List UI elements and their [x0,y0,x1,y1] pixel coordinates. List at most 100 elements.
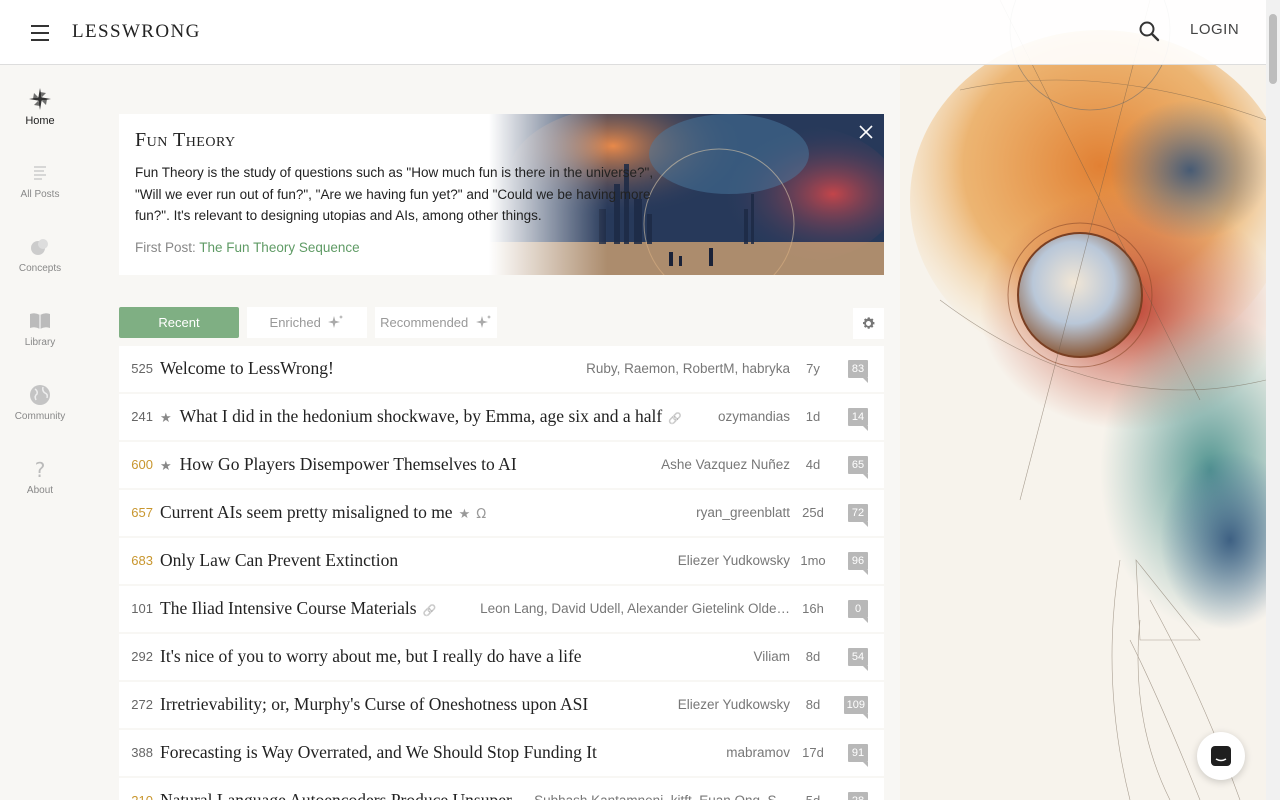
post-title[interactable]: Forecasting is Way Overrated, and We Sho… [160,730,597,774]
post-title-text: How Go Players Disempower Themselves to … [179,454,517,474]
comment-count-badge[interactable]: 96 [848,552,868,575]
post-title[interactable]: It's nice of you to worry about me, but … [160,634,582,678]
sidebar-item-label: All Posts [20,189,60,200]
post-karma: 683 [131,553,153,568]
post-author[interactable]: ozymandias [718,394,790,440]
tag-description: Fun Theory is the study of questions suc… [135,165,654,223]
post-title[interactable]: ★ What I did in the hedonium shockwave, b… [160,394,682,441]
gear-icon [863,317,875,329]
sidebar-item-label: About [26,485,54,496]
post-row[interactable]: 600 ★ How Go Players Disempower Themselves… [119,442,884,488]
post-karma: 388 [131,745,153,760]
post-age: 8d [805,649,821,664]
link-post-icon: 🔗 [668,412,682,425]
sidebar-item-concepts[interactable]: Concepts [0,235,80,274]
sidebar-item-label: Home [25,115,55,127]
sparkle-icon [328,315,344,328]
post-row[interactable]: 683 Only Law Can Prevent Extinction Elieze… [119,538,884,584]
sidebar-item-about[interactable]: ? About [0,457,80,496]
curated-star-icon: ★ [160,459,172,474]
post-title-text: The Iliad Intensive Course Materials [160,598,417,618]
sidebar-item-home[interactable]: Home [0,87,80,127]
post-karma: 292 [131,649,153,664]
site-logo[interactable]: LESSWRONG [72,21,201,43]
post-row[interactable]: 272 Irretrievability; or, Murphy's Curse … [119,682,884,728]
tab-recommended[interactable]: Recommended [375,307,497,338]
sidebar-item-library[interactable]: Library [0,309,80,348]
tab-enriched[interactable]: Enriched [247,307,367,338]
comment-count-badge[interactable]: 65 [848,456,868,479]
post-title[interactable]: Current AIs seem pretty misaligned to me… [160,490,486,537]
post-author[interactable]: Subhash Kantamneni, kitft, Euan Ong, S… [534,778,790,800]
post-age: 1d [805,409,821,424]
post-row[interactable]: 210 Natural Language Autoencoders Produce… [119,778,884,800]
close-icon[interactable] [856,122,876,142]
post-author[interactable]: Eliezer Yudkowsky [678,538,790,584]
scrollbar-thumb[interactable] [1269,14,1277,84]
comment-count-badge[interactable]: 28 [848,792,868,800]
comment-count-badge[interactable]: 91 [848,744,868,767]
post-author[interactable]: Eliezer Yudkowsky [678,682,790,728]
curated-star-icon: ★ [458,507,471,522]
post-karma: 525 [131,361,153,376]
background-artwork [900,0,1266,800]
chat-launcher-button[interactable] [1197,732,1245,780]
sidebar-item-community[interactable]: Community [0,383,80,422]
link-post-icon: 🔗 [422,604,437,617]
globe-icon [30,385,50,405]
post-row[interactable]: 657 Current AIs seem pretty misaligned to… [119,490,884,536]
page-scrollbar[interactable] [1266,0,1280,800]
comment-count-badge[interactable]: 72 [848,504,868,527]
search-icon[interactable] [1138,20,1162,44]
post-title-text: Natural Language Autoencoders Produce Un… [160,790,530,800]
post-title-text: Irretrievability; or, Murphy's Curse of … [160,694,589,714]
first-post-link[interactable]: The Fun Theory Sequence [199,240,359,255]
sidebar-item-all-posts[interactable]: All Posts [0,161,80,200]
compass-star-icon [29,88,51,110]
post-title[interactable]: Irretrievability; or, Murphy's Curse of … [160,682,588,726]
tab-label: Recent [158,315,200,330]
book-icon [30,313,50,329]
post-row[interactable]: 388 Forecasting is Way Overrated, and We … [119,730,884,776]
post-karma: 600 [131,457,153,472]
post-list: 525 Welcome to LessWrong! Ruby, Raemon, Ro… [119,346,884,800]
menu-icon[interactable] [28,22,52,42]
comment-count-badge[interactable]: 83 [848,360,868,383]
sidebar-item-label: Library [24,337,56,348]
post-row[interactable]: 525 Welcome to LessWrong! Ruby, Raemon, Ro… [119,346,884,392]
login-button[interactable]: LOGIN [1190,21,1239,38]
post-title[interactable]: The Iliad Intensive Course Materials 🔗 [160,586,436,633]
svg-text:?: ? [35,458,46,481]
post-age: 1mo [800,553,826,568]
post-author[interactable]: Viliam [753,634,790,680]
post-title-text: Forecasting is Way Overrated, and We Sho… [160,742,597,762]
post-karma: 101 [131,601,153,616]
comment-count-badge[interactable]: 54 [848,648,868,671]
comment-count-badge[interactable]: 0 [848,600,868,623]
post-row[interactable]: 241 ★ What I did in the hedonium shockwave… [119,394,884,440]
tab-label: Recommended [380,315,469,330]
post-karma: 657 [131,505,153,520]
post-title[interactable]: ★ How Go Players Disempower Themselves to… [160,442,517,489]
post-author[interactable]: Ashe Vazquez Nuñez [661,442,790,488]
post-row[interactable]: 292 It's nice of you to worry about me, b… [119,634,884,680]
post-title-text: Welcome to LessWrong! [160,358,334,378]
post-title-text: Only Law Can Prevent Extinction [160,550,399,570]
comment-count-badge[interactable]: 109 [843,696,869,719]
post-title[interactable]: Natural Language Autoencoders Produce Un… [160,778,529,800]
post-title[interactable]: Welcome to LessWrong! [160,346,334,390]
post-title-text: It's nice of you to worry about me, but … [160,646,582,666]
post-author[interactable]: Ruby, Raemon, RobertM, habryka [586,346,790,392]
tab-recent[interactable]: Recent [119,307,239,338]
post-author[interactable]: ryan_greenblatt [696,490,790,536]
comment-count-badge[interactable]: 14 [848,408,868,431]
post-title[interactable]: Only Law Can Prevent Extinction [160,538,398,582]
sidebar-item-label: Community [14,411,66,422]
list-lines-icon [34,166,46,180]
post-author[interactable]: mabramov [726,730,790,776]
post-age: 17d [802,745,824,760]
sidebar-item-label: Concepts [18,263,62,274]
post-author[interactable]: Leon Lang, David Udell, Alexander Gietel… [480,586,790,632]
post-row[interactable]: 101 The Iliad Intensive Course Materials 🔗… [119,586,884,632]
feed-settings-button[interactable] [853,308,884,339]
